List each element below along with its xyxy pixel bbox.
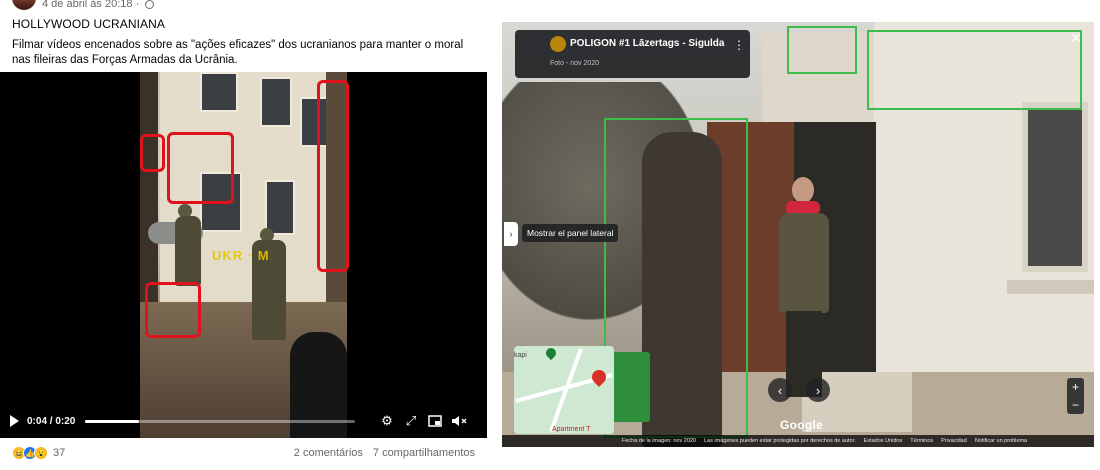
person-body bbox=[779, 213, 829, 313]
wow-reaction-icon: 😮 bbox=[34, 446, 48, 460]
engagement-counts: 2 comentários 7 compartilhamentos bbox=[294, 447, 475, 459]
window-sill bbox=[1007, 280, 1094, 294]
close-icon[interactable]: ✕ bbox=[1070, 30, 1082, 47]
post-timestamp[interactable]: 4 de abril às 20:18 · bbox=[42, 0, 139, 10]
shares-count[interactable]: 7 compartilhamentos bbox=[373, 447, 475, 459]
post-meta: 4 de abril às 20:18 · bbox=[12, 0, 155, 10]
zoom-control: + − bbox=[1067, 378, 1084, 414]
zoom-in-button[interactable]: + bbox=[1072, 380, 1079, 394]
image-date: Fecha de la imagen: nov 2020 bbox=[622, 438, 696, 444]
highlight-box bbox=[787, 26, 857, 74]
map-poi-icon bbox=[543, 346, 559, 361]
side-panel-tooltip: Mostrar el panel lateral bbox=[522, 224, 619, 242]
avatar[interactable] bbox=[12, 0, 36, 10]
video-player[interactable]: UKR · M 0:04 / 0:20 ⚙ ⤢ bbox=[0, 72, 487, 438]
reaction-count[interactable]: 37 bbox=[53, 447, 65, 459]
chevron-right-icon[interactable]: › bbox=[806, 378, 830, 402]
window bbox=[1022, 102, 1088, 272]
privacy-link[interactable]: Privacidad bbox=[941, 438, 967, 444]
composite-screenshot: 4 de abril às 20:18 · HOLLYWOOD UCRANIAN… bbox=[0, 0, 1100, 470]
person-head bbox=[792, 177, 814, 203]
window bbox=[260, 77, 292, 127]
pin-icon bbox=[589, 367, 609, 387]
video-progress-bar[interactable] bbox=[85, 419, 355, 423]
video-time: 0:04 / 0:20 bbox=[27, 415, 76, 427]
country-link[interactable]: Estados Unidos bbox=[864, 438, 903, 444]
person-with-rifle bbox=[774, 177, 834, 397]
google-logo: Google bbox=[780, 418, 824, 432]
photo-date: Foto - nov 2020 bbox=[550, 60, 600, 67]
video-watermark: UKR · M bbox=[212, 248, 270, 263]
mini-map[interactable]: kapi Apartment T bbox=[514, 346, 614, 434]
more-vertical-icon[interactable]: ⋮ bbox=[733, 38, 745, 52]
highlight-box bbox=[167, 132, 234, 204]
highlight-box bbox=[867, 30, 1082, 110]
soldier bbox=[175, 216, 201, 286]
report-problem-link[interactable]: Notificar un problema bbox=[975, 438, 1027, 444]
copyright-notice: Las imágenes pueden estar protegidas por… bbox=[704, 438, 856, 444]
post-text: Filmar vídeos encenados sobre as "ações … bbox=[12, 39, 464, 66]
chevron-left-icon[interactable]: ‹ bbox=[768, 378, 792, 402]
window bbox=[265, 180, 295, 235]
post-footer: 😆 👍 😮 37 2 comentários 7 compartilhament… bbox=[0, 440, 487, 466]
highlight-box bbox=[145, 282, 201, 338]
highlight-box bbox=[604, 118, 748, 438]
terms-link[interactable]: Términos bbox=[910, 438, 933, 444]
video-progress-fill bbox=[85, 419, 139, 423]
window bbox=[200, 72, 238, 112]
side-panel-toggle[interactable]: › bbox=[504, 222, 518, 246]
expand-icon[interactable]: ⤢ bbox=[403, 413, 419, 428]
post-title: HOLLYWOOD UCRANIANA bbox=[12, 17, 166, 31]
map-label: Apartment T bbox=[552, 426, 591, 433]
place-card[interactable]: POLIGON #1 Lāzertags - Sigulda Foto - no… bbox=[515, 30, 750, 78]
reactions[interactable]: 😆 👍 😮 37 bbox=[12, 446, 65, 460]
picture-in-picture-icon[interactable] bbox=[427, 414, 443, 428]
place-name[interactable]: POLIGON #1 Lāzertags - Sigulda bbox=[570, 38, 724, 49]
globe-icon bbox=[145, 0, 155, 9]
video-controls: 0:04 / 0:20 ⚙ ⤢ bbox=[0, 404, 487, 438]
place-avatar-icon bbox=[550, 36, 566, 52]
comments-count[interactable]: 2 comentários bbox=[294, 447, 363, 459]
highlight-box bbox=[317, 80, 349, 272]
video-frame: UKR · M bbox=[140, 72, 347, 438]
gear-icon[interactable]: ⚙ bbox=[379, 413, 395, 428]
facebook-post: 4 de abril às 20:18 · HOLLYWOOD UCRANIAN… bbox=[0, 0, 487, 470]
street-view[interactable]: POLIGON #1 Lāzertags - Sigulda Foto - no… bbox=[502, 22, 1094, 447]
speaker-muted-icon[interactable] bbox=[451, 414, 467, 428]
highlight-box bbox=[140, 134, 165, 172]
map-label: kapi bbox=[514, 352, 527, 359]
play-icon[interactable] bbox=[10, 415, 19, 427]
attribution-bar: Fecha de la imagen: nov 2020 Las imágene… bbox=[502, 435, 1094, 447]
zoom-out-button[interactable]: − bbox=[1072, 398, 1079, 412]
